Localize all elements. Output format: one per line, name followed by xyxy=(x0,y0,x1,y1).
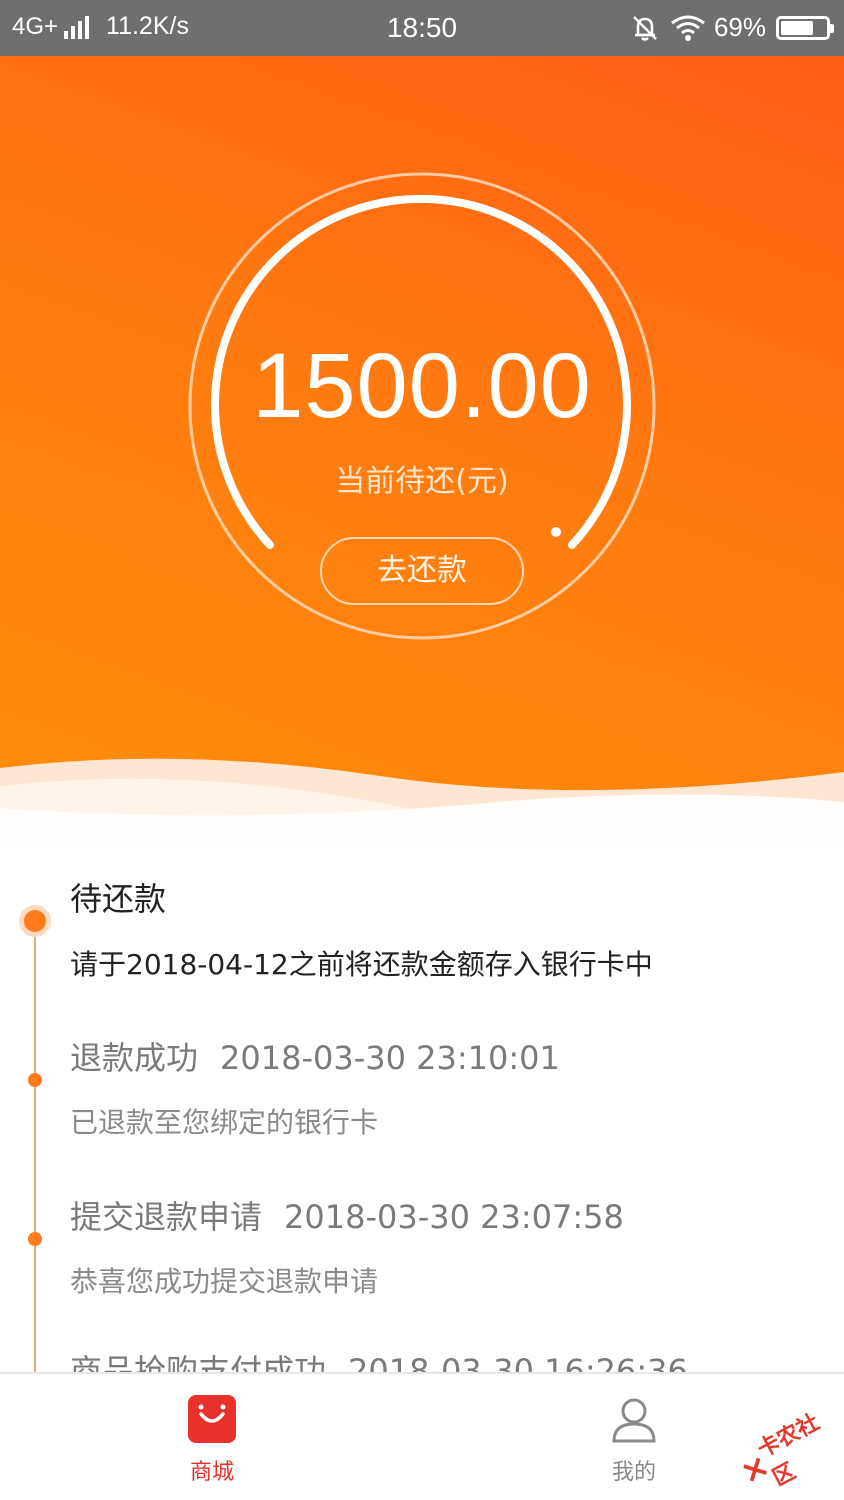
timeline-item-desc: 已退款至您绑定的银行卡 xyxy=(70,1106,379,1139)
shopping-bag-icon xyxy=(188,1395,236,1443)
timeline-dot-active xyxy=(24,910,46,932)
mute-icon xyxy=(633,15,657,41)
timeline-item-purchase-paid: 商品抢购支付成功 2018-03-30 16:26:36 xyxy=(70,1346,688,1372)
user-icon xyxy=(612,1398,656,1443)
timeline-item-refund-success: 退款成功 2018-03-30 23:10:01 xyxy=(70,1033,560,1079)
pending-amount-label: 当前待还(元) xyxy=(335,464,509,499)
timeline-item-refund-request: 提交退款申请 2018-03-30 23:07:58 xyxy=(70,1192,624,1238)
timeline-dot xyxy=(28,1073,42,1087)
timeline-item-time: 2018-03-30 16:26:36 xyxy=(348,1352,688,1372)
timeline-title-pending: 待还款 xyxy=(70,880,167,918)
timeline-line xyxy=(34,924,36,1372)
status-right: 69% xyxy=(630,12,834,43)
battery-percent: 69% xyxy=(713,12,766,42)
repayment-hero: 1500.00 当前待还(元) 去还款 xyxy=(0,56,844,846)
nav-item-mine[interactable]: 我的 xyxy=(574,1394,694,1486)
arc-end-dot xyxy=(551,527,561,537)
timeline-item-title: 退款成功 xyxy=(70,1039,199,1077)
repay-button[interactable]: 去还款 xyxy=(320,537,524,605)
timeline-item-title: 提交退款申请 xyxy=(70,1198,263,1236)
timeline-item-time: 2018-03-30 23:10:01 xyxy=(220,1039,560,1077)
status-bar: 4G+ 11.2K/s 18:50 69% xyxy=(0,0,844,56)
repayment-timeline: 待还款 请于2018-04-12之前将还款金额存入银行卡中 退款成功 2018-0… xyxy=(0,846,844,1372)
timeline-item-desc: 恭喜您成功提交退款申请 xyxy=(70,1265,379,1298)
hero-graphics xyxy=(0,172,844,846)
timeline-item-title: 商品抢购支付成功 xyxy=(70,1352,327,1372)
nav-label-mall: 商城 xyxy=(189,1460,234,1485)
timeline-item-time: 2018-03-30 23:07:58 xyxy=(284,1198,624,1236)
battery-icon xyxy=(776,15,834,40)
nav-item-mall[interactable]: 商城 xyxy=(152,1394,272,1486)
wifi-icon xyxy=(671,15,705,41)
timeline-desc-pending: 请于2018-04-12之前将还款金额存入银行卡中 xyxy=(70,948,653,981)
nav-label-mine: 我的 xyxy=(611,1460,656,1485)
bottom-nav: 商城 我的 xyxy=(0,1372,844,1500)
timeline-dot xyxy=(28,1232,42,1246)
pending-amount: 1500.00 xyxy=(252,335,592,437)
